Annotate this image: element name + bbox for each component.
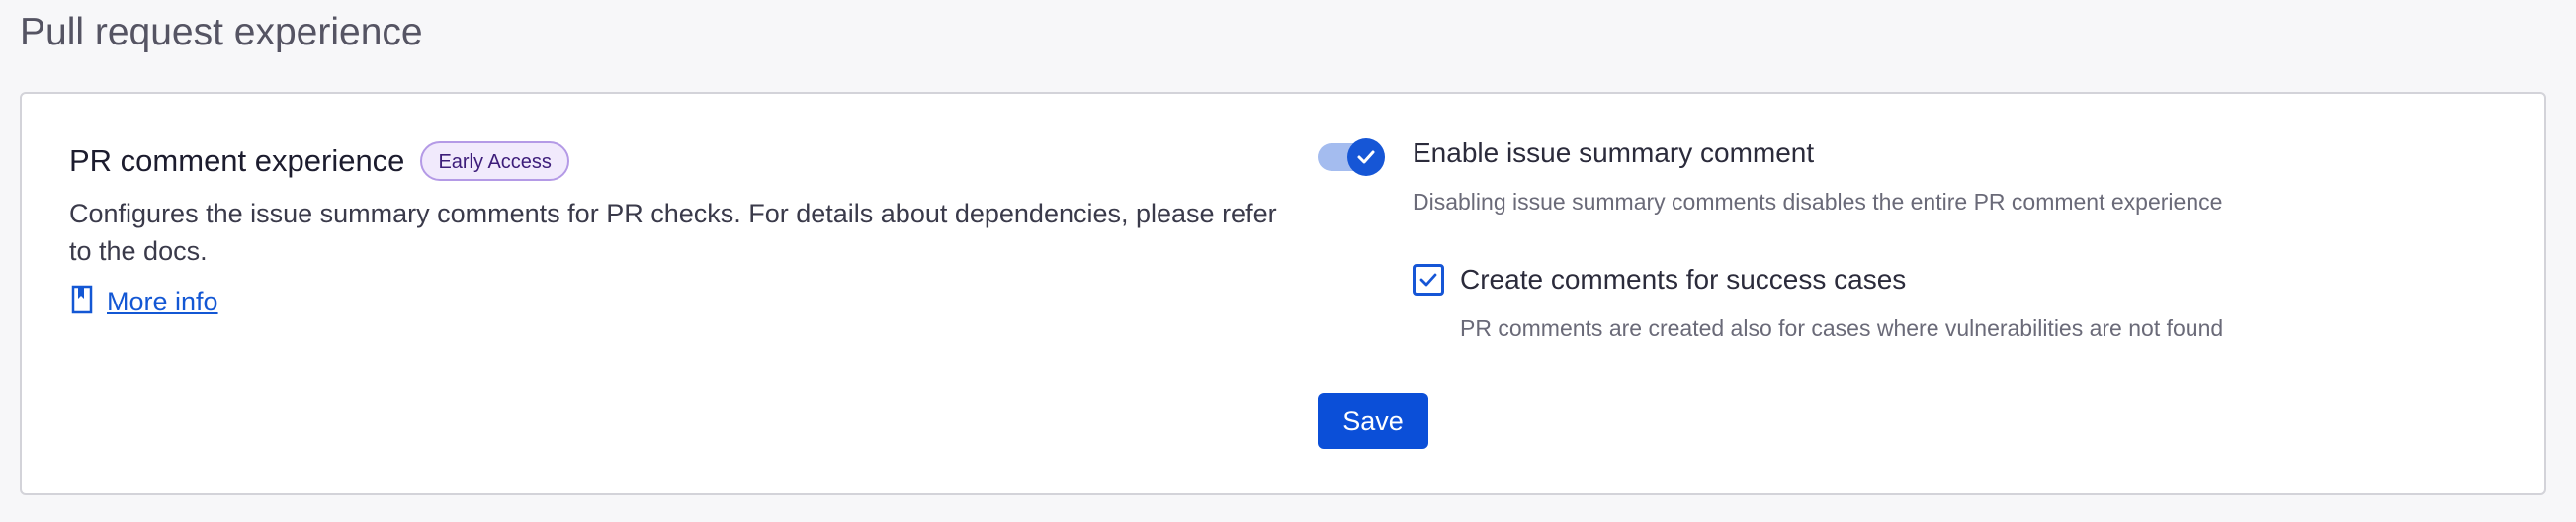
section-heading: PR comment experience	[69, 143, 405, 178]
more-info-link-row[interactable]: More info	[69, 282, 1295, 321]
success-cases-checkbox[interactable]	[1413, 264, 1444, 296]
section-info: PR comment experience Early Access Confi…	[69, 139, 1295, 321]
enable-summary-toggle[interactable]	[1318, 138, 1385, 176]
section-heading-row: PR comment experience Early Access	[69, 139, 1295, 183]
checkmark-icon	[1419, 273, 1437, 287]
success-cases-label: Create comments for success cases	[1460, 264, 1907, 295]
more-info-link[interactable]: More info	[107, 287, 218, 317]
enable-summary-help: Disabling issue summary comments disable…	[1413, 189, 2223, 215]
success-cases-help: PR comments are created also for cases w…	[1460, 315, 2224, 341]
checkmark-icon	[1357, 150, 1375, 164]
toggle-knob	[1347, 138, 1385, 176]
early-access-badge: Early Access	[420, 141, 569, 181]
section-description: Configures the issue summary comments fo…	[69, 199, 1277, 266]
save-button[interactable]: Save	[1318, 393, 1428, 449]
book-icon	[69, 285, 95, 319]
pr-comment-settings-card: PR comment experience Early Access Confi…	[20, 92, 2546, 495]
page-title: Pull request experience	[20, 11, 423, 53]
enable-summary-label: Enable issue summary comment	[1413, 137, 1815, 168]
